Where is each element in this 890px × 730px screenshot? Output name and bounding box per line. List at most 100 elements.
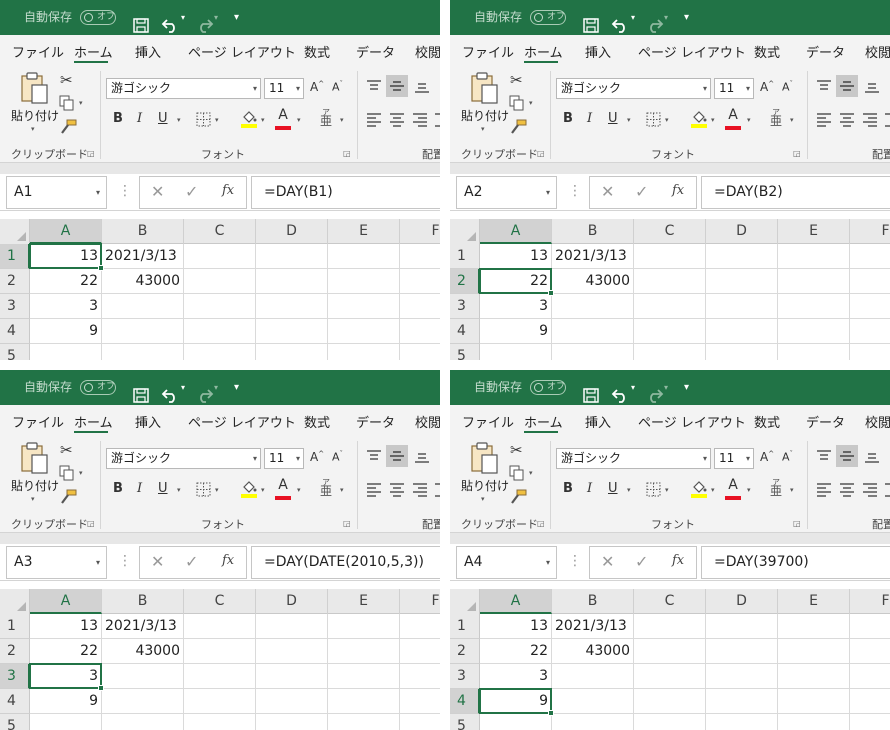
cell-b4[interactable] — [552, 689, 634, 714]
row-header-1[interactable]: 1 — [450, 614, 480, 639]
row-header-2[interactable]: 2 — [0, 269, 30, 294]
font-color-button[interactable]: A — [274, 107, 292, 130]
copy-dropdown-icon[interactable]: ▾ — [79, 99, 83, 107]
formula-bar-grip-icon[interactable]: ⋮ — [568, 553, 582, 569]
underline-dropdown-icon[interactable]: ▾ — [627, 116, 631, 124]
cell-f3[interactable] — [850, 294, 890, 319]
align-left-icon[interactable] — [816, 482, 832, 501]
cell-e1[interactable] — [328, 614, 400, 639]
column-header-a[interactable]: A — [480, 589, 552, 614]
column-header-a[interactable]: A — [30, 589, 102, 614]
phonetic-button[interactable]: ア亜 — [770, 108, 782, 127]
fill-color-dropdown-icon[interactable]: ▾ — [711, 116, 715, 124]
cell-c4[interactable] — [184, 319, 256, 344]
paste-label[interactable]: 貼り付け — [11, 107, 59, 124]
row-header-2[interactable]: 2 — [450, 639, 480, 664]
cell-e2[interactable] — [778, 269, 850, 294]
cell-b4[interactable] — [102, 319, 184, 344]
tab-page-layout[interactable]: ページ レイアウト — [638, 42, 746, 61]
align-top-icon[interactable] — [366, 79, 382, 98]
cell-a1[interactable]: 13 — [30, 614, 102, 639]
formula-bar-grip-icon[interactable]: ⋮ — [118, 183, 132, 199]
cell-e2[interactable] — [778, 639, 850, 664]
row-header-3[interactable]: 3 — [0, 664, 30, 689]
cell-b3[interactable] — [552, 664, 634, 689]
format-painter-icon[interactable] — [59, 489, 77, 509]
tab-formulas[interactable]: 数式 — [304, 42, 330, 61]
insert-function-icon[interactable]: fx — [672, 183, 684, 198]
column-header-b[interactable]: B — [552, 589, 634, 614]
enter-icon[interactable]: ✓ — [635, 552, 648, 571]
active-cell-border[interactable] — [29, 663, 104, 691]
align-top-icon[interactable] — [816, 79, 832, 98]
grow-font-button[interactable]: A^ — [760, 80, 774, 94]
bold-button[interactable]: B — [113, 481, 123, 496]
paste-icon[interactable] — [469, 71, 499, 109]
cell-f5[interactable] — [850, 714, 890, 730]
column-header-c[interactable]: C — [184, 589, 256, 614]
bold-button[interactable]: B — [563, 481, 573, 496]
cell-f4[interactable] — [400, 689, 440, 714]
cell-b5[interactable] — [102, 714, 184, 730]
cell-e5[interactable] — [328, 714, 400, 730]
row-header-4[interactable]: 4 — [0, 689, 30, 714]
column-header-a[interactable]: A — [30, 219, 102, 244]
customize-qat-icon[interactable]: ▾ — [684, 370, 689, 405]
cell-e2[interactable] — [328, 269, 400, 294]
cell-d3[interactable] — [256, 294, 328, 319]
font-color-dropdown-icon[interactable]: ▾ — [297, 116, 301, 124]
cell-e5[interactable] — [328, 344, 400, 360]
copy-icon[interactable] — [509, 95, 525, 115]
cell-d5[interactable] — [706, 344, 778, 360]
italic-button[interactable]: I — [137, 481, 142, 496]
enter-icon[interactable]: ✓ — [185, 182, 198, 201]
formula-bar-grip-icon[interactable]: ⋮ — [568, 183, 582, 199]
customize-qat-icon[interactable]: ▾ — [684, 0, 689, 35]
indent-icon[interactable] — [884, 482, 890, 501]
cell-c5[interactable] — [634, 714, 706, 730]
undo-icon[interactable] — [611, 380, 631, 403]
cell-b4[interactable] — [102, 689, 184, 714]
align-middle-button[interactable] — [386, 445, 408, 467]
clipboard-launcher-icon[interactable]: ◲ — [87, 149, 95, 158]
column-header-e[interactable]: E — [778, 219, 850, 244]
cell-c1[interactable] — [184, 244, 256, 269]
align-center-icon[interactable] — [389, 482, 405, 501]
undo-dropdown-icon[interactable]: ▾ — [631, 0, 635, 35]
undo-dropdown-icon[interactable]: ▾ — [631, 370, 635, 405]
fill-color-icon[interactable] — [240, 109, 258, 133]
tab-page-layout[interactable]: ページ レイアウト — [188, 42, 296, 61]
cell-b2[interactable]: 43000 — [552, 269, 634, 294]
underline-button[interactable]: U — [158, 111, 168, 126]
autosave-toggle[interactable]: オフ — [80, 10, 116, 25]
fill-handle[interactable] — [548, 710, 554, 716]
name-box[interactable]: A4 ▾ — [456, 546, 557, 579]
tab-data[interactable]: データ — [356, 42, 395, 61]
align-top-icon[interactable] — [366, 449, 382, 468]
row-header-3[interactable]: 3 — [450, 664, 480, 689]
tab-formulas[interactable]: 数式 — [304, 412, 330, 431]
tab-review[interactable]: 校閲 — [865, 412, 890, 431]
cell-f3[interactable] — [850, 664, 890, 689]
tab-file[interactable]: ファイル — [462, 42, 514, 61]
format-painter-icon[interactable] — [509, 489, 527, 509]
paste-dropdown-icon[interactable]: ▾ — [31, 495, 35, 503]
cell-d1[interactable] — [706, 244, 778, 269]
font-color-dropdown-icon[interactable]: ▾ — [747, 116, 751, 124]
cell-f2[interactable] — [850, 639, 890, 664]
autosave-toggle[interactable]: オフ — [530, 10, 566, 25]
cell-c3[interactable] — [184, 294, 256, 319]
tab-review[interactable]: 校閲 — [865, 42, 890, 61]
row-header-5[interactable]: 5 — [0, 344, 30, 360]
tab-file[interactable]: ファイル — [462, 412, 514, 431]
save-icon[interactable] — [133, 10, 149, 33]
cell-c3[interactable] — [634, 664, 706, 689]
column-header-e[interactable]: E — [328, 589, 400, 614]
tab-formulas[interactable]: 数式 — [754, 412, 780, 431]
cell-b5[interactable] — [552, 714, 634, 730]
font-color-dropdown-icon[interactable]: ▾ — [297, 486, 301, 494]
fill-color-dropdown-icon[interactable]: ▾ — [261, 116, 265, 124]
cell-e3[interactable] — [778, 664, 850, 689]
row-header-4[interactable]: 4 — [450, 689, 480, 714]
cell-b1[interactable]: 2021/3/13 — [552, 244, 634, 269]
